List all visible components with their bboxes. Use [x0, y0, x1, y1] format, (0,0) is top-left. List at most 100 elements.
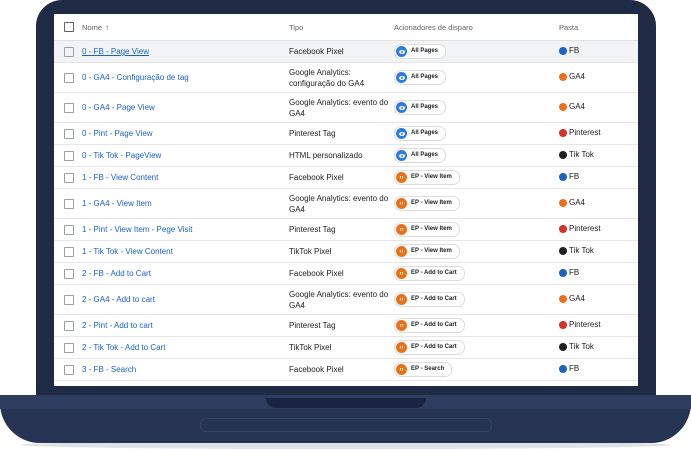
tag-type-cell: Google Analytics: evento do GA4 [289, 284, 394, 315]
folder-label: Pinterest [569, 224, 601, 234]
table-row[interactable]: 0 - Pint - Page View Pinterest Tag All Pag… [54, 122, 638, 145]
row-checkbox[interactable] [64, 268, 74, 279]
select-all-checkbox[interactable] [64, 22, 74, 32]
tag-name-cell: 0 - Tik Tok - PageView [82, 144, 289, 167]
trigger-chip[interactable]: All Pages [394, 148, 447, 163]
trigger-cell: All Pages [394, 62, 559, 93]
table-row[interactable]: 0 - GA4 - Page View Google Analytics: eve… [54, 92, 638, 123]
folder-cell: GA4 [559, 188, 638, 219]
table-row[interactable]: 0 - GA4 - Configuração de tag Google Anal… [54, 62, 638, 93]
folder-cell: Tik Tok [559, 144, 638, 167]
tag-type-cell: Facebook Pixel [289, 166, 394, 189]
table-row[interactable]: 1 - Pint - View Item - Pege Visit Pintere… [54, 218, 638, 241]
folder: FB [559, 363, 579, 374]
folder-dot-icon [559, 246, 567, 255]
tag-name-link[interactable]: 0 - Tik Tok - PageView [82, 151, 161, 160]
column-header-name[interactable]: Nome ↑ [82, 14, 289, 41]
row-checkbox[interactable] [64, 150, 74, 161]
tag-type: Google Analytics: evento do GA4 [289, 97, 389, 118]
tag-name-link[interactable]: 0 - GA4 - Page View [82, 103, 155, 112]
table-row[interactable]: 1 - GA4 - View Item Google Analytics: eve… [54, 188, 638, 219]
table-row[interactable]: 2 - GA4 - Add to cart Google Analytics: e… [54, 284, 638, 315]
tag-type-cell: TikTok Pixel [289, 336, 394, 359]
table-row[interactable]: 0 - Tik Tok - PageView HTML personalizado… [54, 144, 638, 167]
tag-name-link[interactable]: 2 - Tik Tok - Add to Cart [82, 343, 165, 352]
trigger-chip[interactable]: ‹› EP - View Item [394, 170, 460, 185]
eye-icon [396, 150, 407, 161]
tag-name-link[interactable]: 0 - Pint - Page View [82, 129, 153, 138]
table-row[interactable]: 2 - Pint - Add to cart Pinterest Tag ‹› EP … [54, 314, 638, 337]
table-row[interactable]: 3 - FB - Search Facebook Pixel ‹› EP - Sear… [54, 358, 638, 381]
tag-name-link[interactable]: 1 - FB - View Content [82, 173, 158, 182]
table-row[interactable]: 1 - FB - View Content Facebook Pixel ‹› EP … [54, 166, 638, 189]
row-checkbox[interactable] [64, 172, 74, 183]
folder-label: FB [569, 364, 580, 374]
row-checkbox[interactable] [64, 198, 74, 209]
tag-name-link[interactable]: 3 - FB - Search [82, 365, 136, 374]
column-header-type[interactable]: Tipo [289, 14, 394, 41]
tag-name-cell: 2 - GA4 - Add to cart [82, 284, 289, 315]
tag-type: Pinterest Tag [289, 129, 336, 138]
folder: FB [559, 267, 579, 278]
trigger-chip[interactable]: ‹› EP - Search [394, 362, 453, 377]
row-checkbox[interactable] [64, 342, 74, 353]
trigger-chip[interactable]: ‹› EP - Add to Cart [394, 292, 465, 307]
table-row[interactable]: 3 - GA4 - SearchGoogle Analytics: evento… [54, 380, 638, 386]
row-checkbox[interactable] [64, 364, 74, 375]
column-header-triggers[interactable]: Acionadores de disparo [394, 14, 559, 41]
trigger-chip[interactable]: All Pages [394, 44, 447, 59]
folder-cell: Tik Tok [559, 240, 638, 263]
trigger-chip[interactable]: ‹› EP - Add to Cart [394, 318, 465, 333]
trigger-chip[interactable]: All Pages [394, 126, 447, 141]
row-select-cell [54, 166, 82, 189]
trigger-chip[interactable]: ‹› EP - View Item [394, 244, 460, 259]
trigger-chip[interactable]: ‹› EP - Add to Cart [394, 266, 465, 281]
tag-type: Facebook Pixel [289, 173, 344, 182]
trigger-chip[interactable]: All Pages [394, 70, 447, 85]
table-row[interactable]: 2 - Tik Tok - Add to Cart TikTok Pixel ‹› E… [54, 336, 638, 359]
column-header-folder[interactable]: Pasta [559, 14, 638, 41]
trigger-chip[interactable]: ‹› EP - Add to Cart [394, 340, 465, 355]
table-row[interactable]: 2 - FB - Add to Cart Facebook Pixel ‹› EP -… [54, 262, 638, 285]
row-checkbox[interactable] [64, 46, 74, 57]
tag-name-link[interactable]: 2 - Pint - Add to cart [82, 321, 153, 330]
folder-cell: GA4 [559, 92, 638, 123]
trigger-chip[interactable]: ‹› EP - View Item [394, 196, 460, 211]
tag-name-link[interactable]: 2 - GA4 - Add to cart [82, 295, 155, 304]
folder-cell: Pinterest [559, 314, 638, 337]
tag-type-cell: Google Analytics: configuração do GA4 [289, 62, 394, 93]
table-row[interactable]: 0 - FB - Page View Facebook Pixel All Page… [54, 40, 638, 63]
tag-name-link[interactable]: 0 - FB - Page View [82, 47, 149, 56]
trigger-label: EP - Add to Cart [411, 296, 457, 302]
code-icon: ‹› [396, 198, 407, 209]
table-row[interactable]: 1 - Tik Tok - View Content TikTok Pixel ‹›… [54, 240, 638, 263]
folder-label: GA4 [569, 198, 586, 208]
eye-icon [396, 128, 407, 139]
tag-name-link[interactable]: 2 - FB - Add to Cart [82, 269, 151, 278]
row-checkbox[interactable] [64, 294, 74, 305]
tag-name-link[interactable]: 1 - GA4 - View Item [82, 199, 152, 208]
trigger-chip[interactable]: All Pages [394, 100, 447, 115]
row-checkbox[interactable] [64, 102, 74, 113]
tag-name-link[interactable]: 1 - Pint - View Item - Pege Visit [82, 225, 192, 234]
tag-name-cell: 3 - FB - Search [82, 358, 289, 381]
tag-name-cell: 0 - Pint - Page View [82, 122, 289, 145]
row-checkbox[interactable] [64, 128, 74, 139]
row-checkbox[interactable] [64, 224, 74, 235]
row-select-cell [54, 240, 82, 263]
tag-name-cell: 0 - GA4 - Page View [82, 92, 289, 123]
trigger-label: All Pages [411, 48, 439, 54]
tag-name-link[interactable]: 1 - Tik Tok - View Content [82, 247, 173, 256]
trigger-label: EP - View Item [411, 226, 452, 232]
folder-label: Tik Tok [569, 150, 594, 160]
folder-dot-icon [559, 364, 567, 373]
row-checkbox[interactable] [64, 246, 74, 257]
code-icon: ‹› [396, 294, 407, 305]
row-checkbox[interactable] [64, 320, 74, 331]
tag-name-link[interactable]: 0 - GA4 - Configuração de tag [82, 73, 189, 82]
row-checkbox[interactable] [64, 72, 74, 83]
folder: GA4 [559, 101, 585, 112]
tag-type-cell: Pinterest Tag [289, 314, 394, 337]
trigger-chip[interactable]: ‹› EP - View Item [394, 222, 460, 237]
arrow-up-icon[interactable]: ↑ [105, 23, 109, 32]
